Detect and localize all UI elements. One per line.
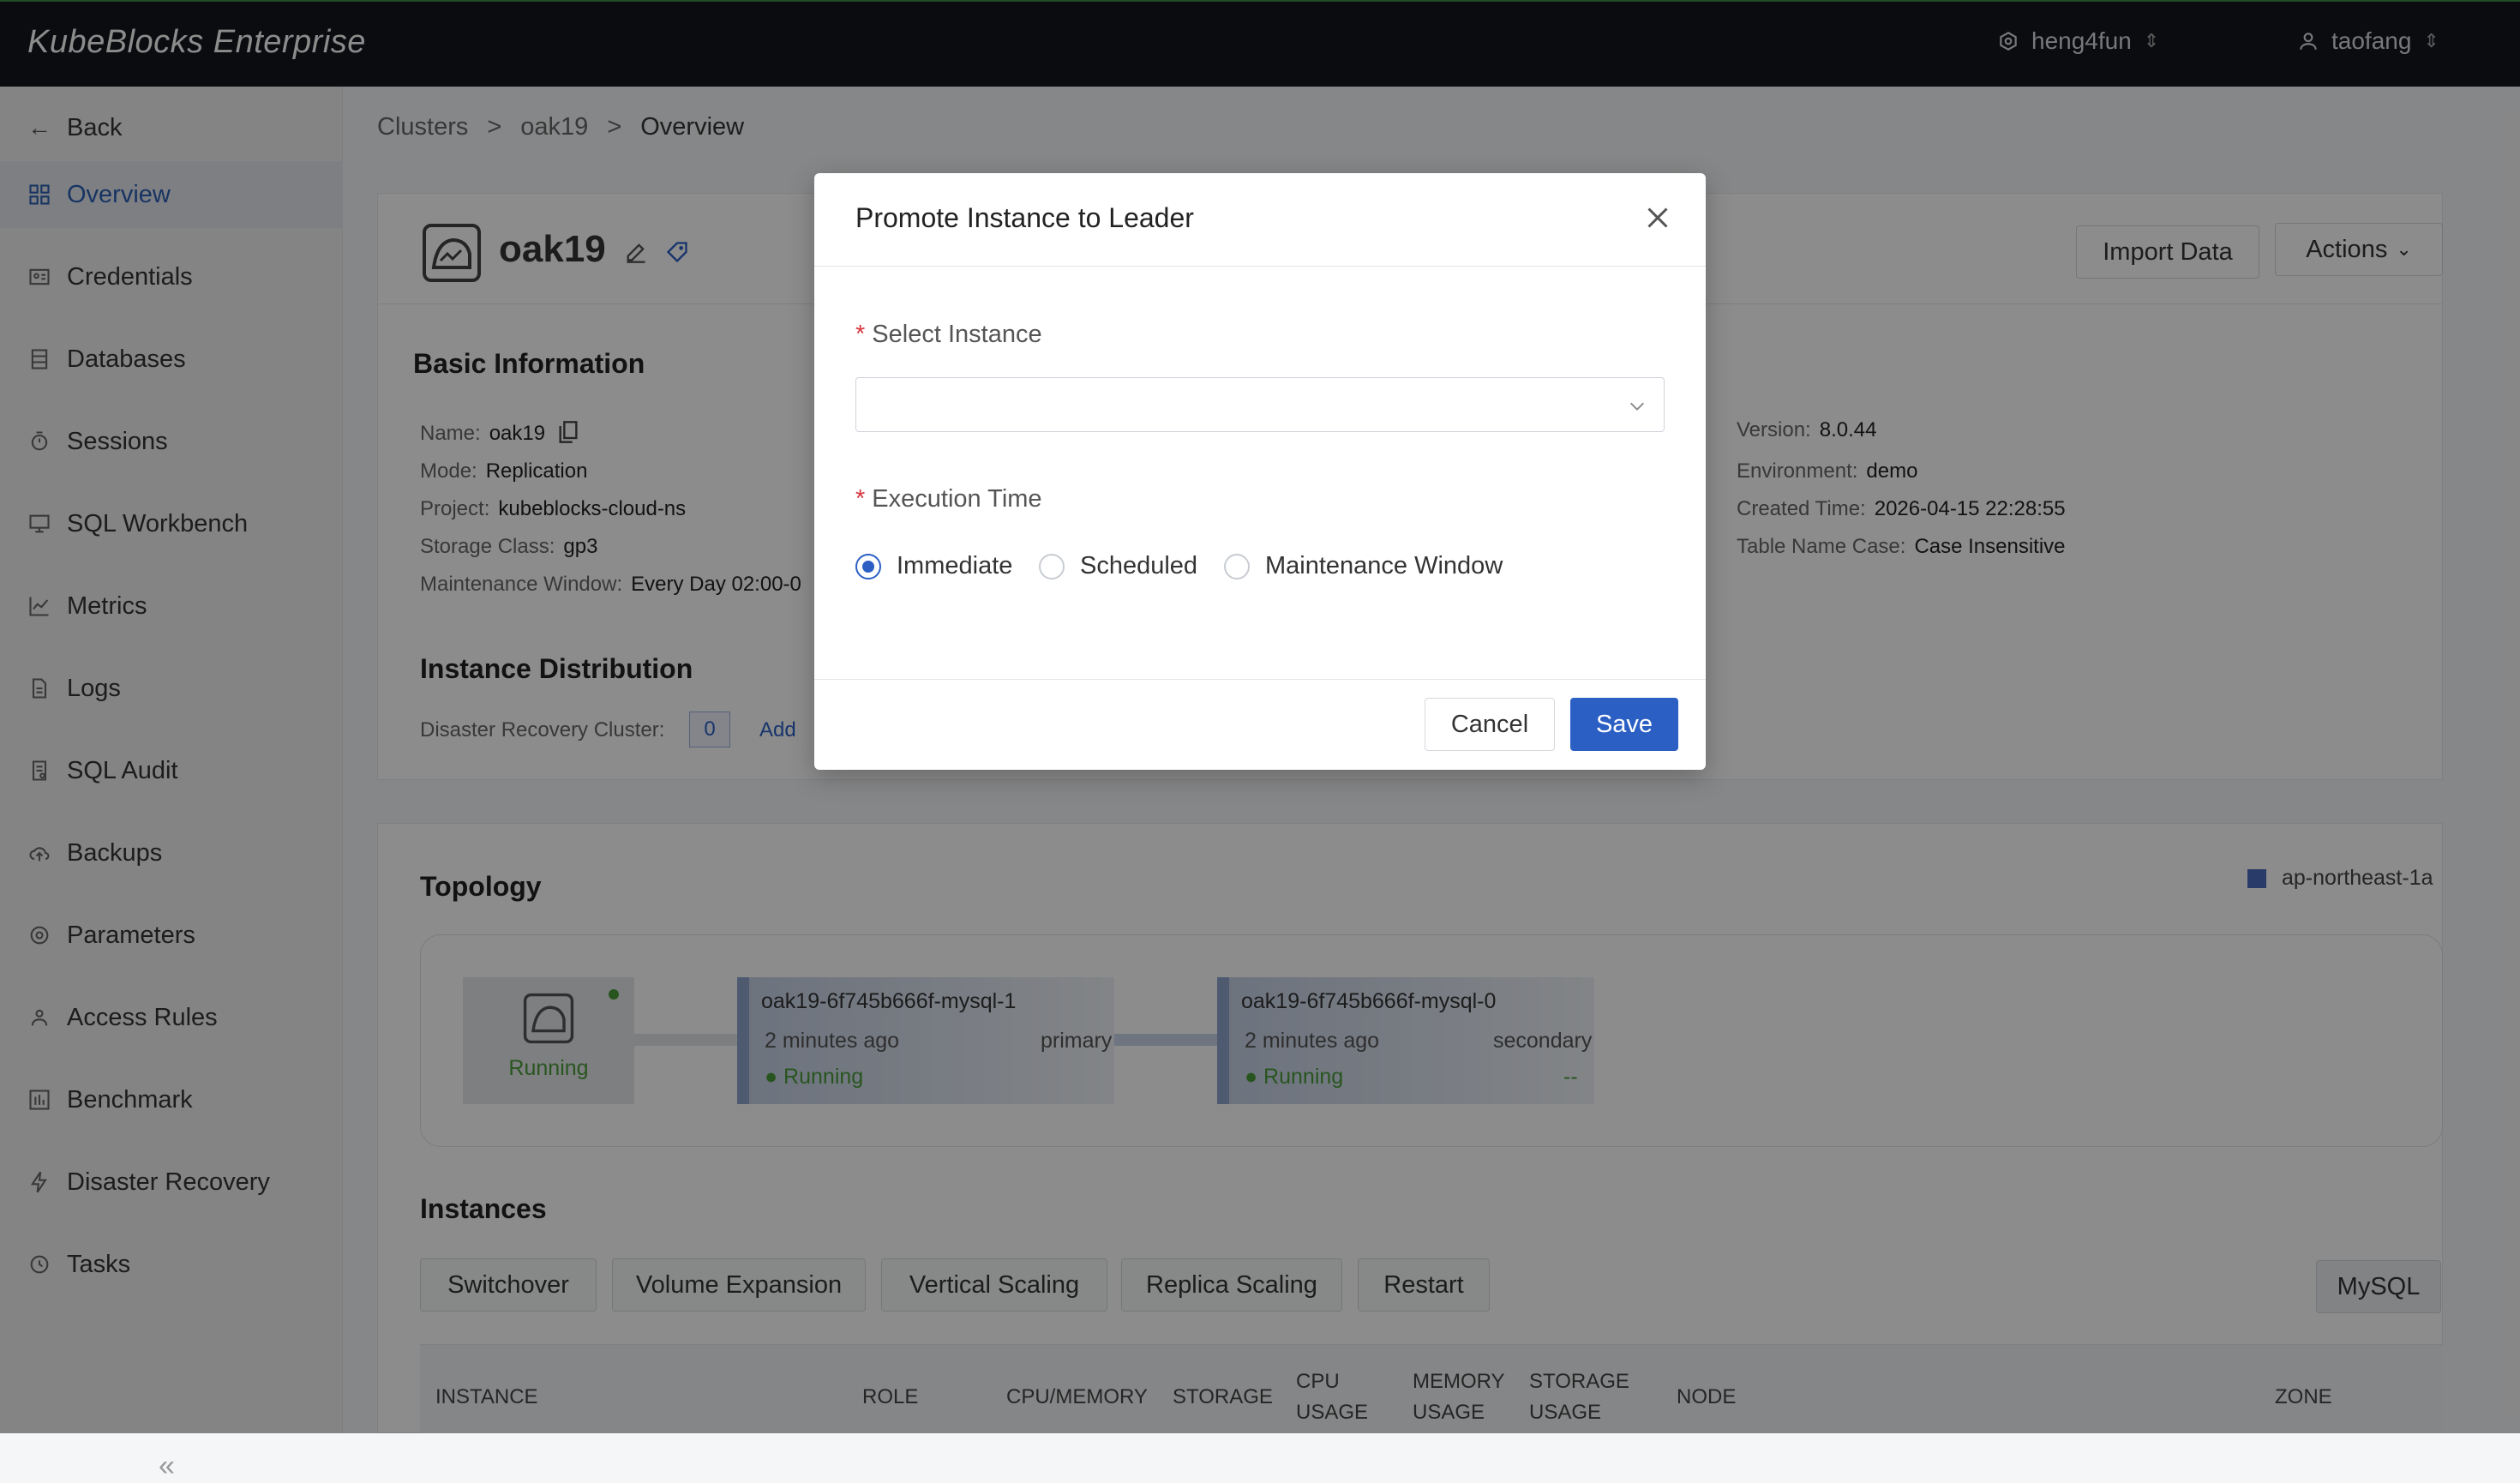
label-text: Execution Time (872, 485, 1042, 513)
select-instance-label: * Select Instance (855, 321, 1042, 349)
radio-unchecked-icon (1039, 553, 1065, 579)
radio-maintenance-window[interactable]: Maintenance Window (1224, 552, 1503, 580)
radio-unchecked-icon (1224, 553, 1250, 579)
dialog-divider (814, 679, 1706, 680)
radio-label: Maintenance Window (1265, 552, 1503, 579)
dialog-title: Promote Instance to Leader (855, 202, 1194, 233)
cancel-button[interactable]: Cancel (1425, 698, 1555, 751)
radio-immediate[interactable]: Immediate (855, 552, 1012, 580)
modal-backdrop-top (0, 0, 2520, 87)
promote-instance-dialog: Promote Instance to Leader * Select Insta… (814, 173, 1706, 770)
collapse-sidebar-button[interactable]: « (159, 1450, 175, 1483)
instance-select[interactable] (855, 377, 1665, 432)
required-mark: * (855, 485, 866, 513)
radio-label: Immediate (897, 552, 1013, 579)
dialog-divider (814, 266, 1706, 267)
execution-time-label: * Execution Time (855, 485, 1042, 513)
save-button[interactable]: Save (1570, 698, 1678, 751)
radio-scheduled[interactable]: Scheduled (1039, 552, 1197, 580)
label-text: Select Instance (872, 321, 1042, 348)
radio-checked-icon (855, 553, 881, 579)
required-mark: * (855, 321, 866, 348)
chevron-down-icon (1630, 402, 1644, 411)
close-icon[interactable] (1642, 202, 1673, 233)
radio-label: Scheduled (1080, 552, 1198, 579)
